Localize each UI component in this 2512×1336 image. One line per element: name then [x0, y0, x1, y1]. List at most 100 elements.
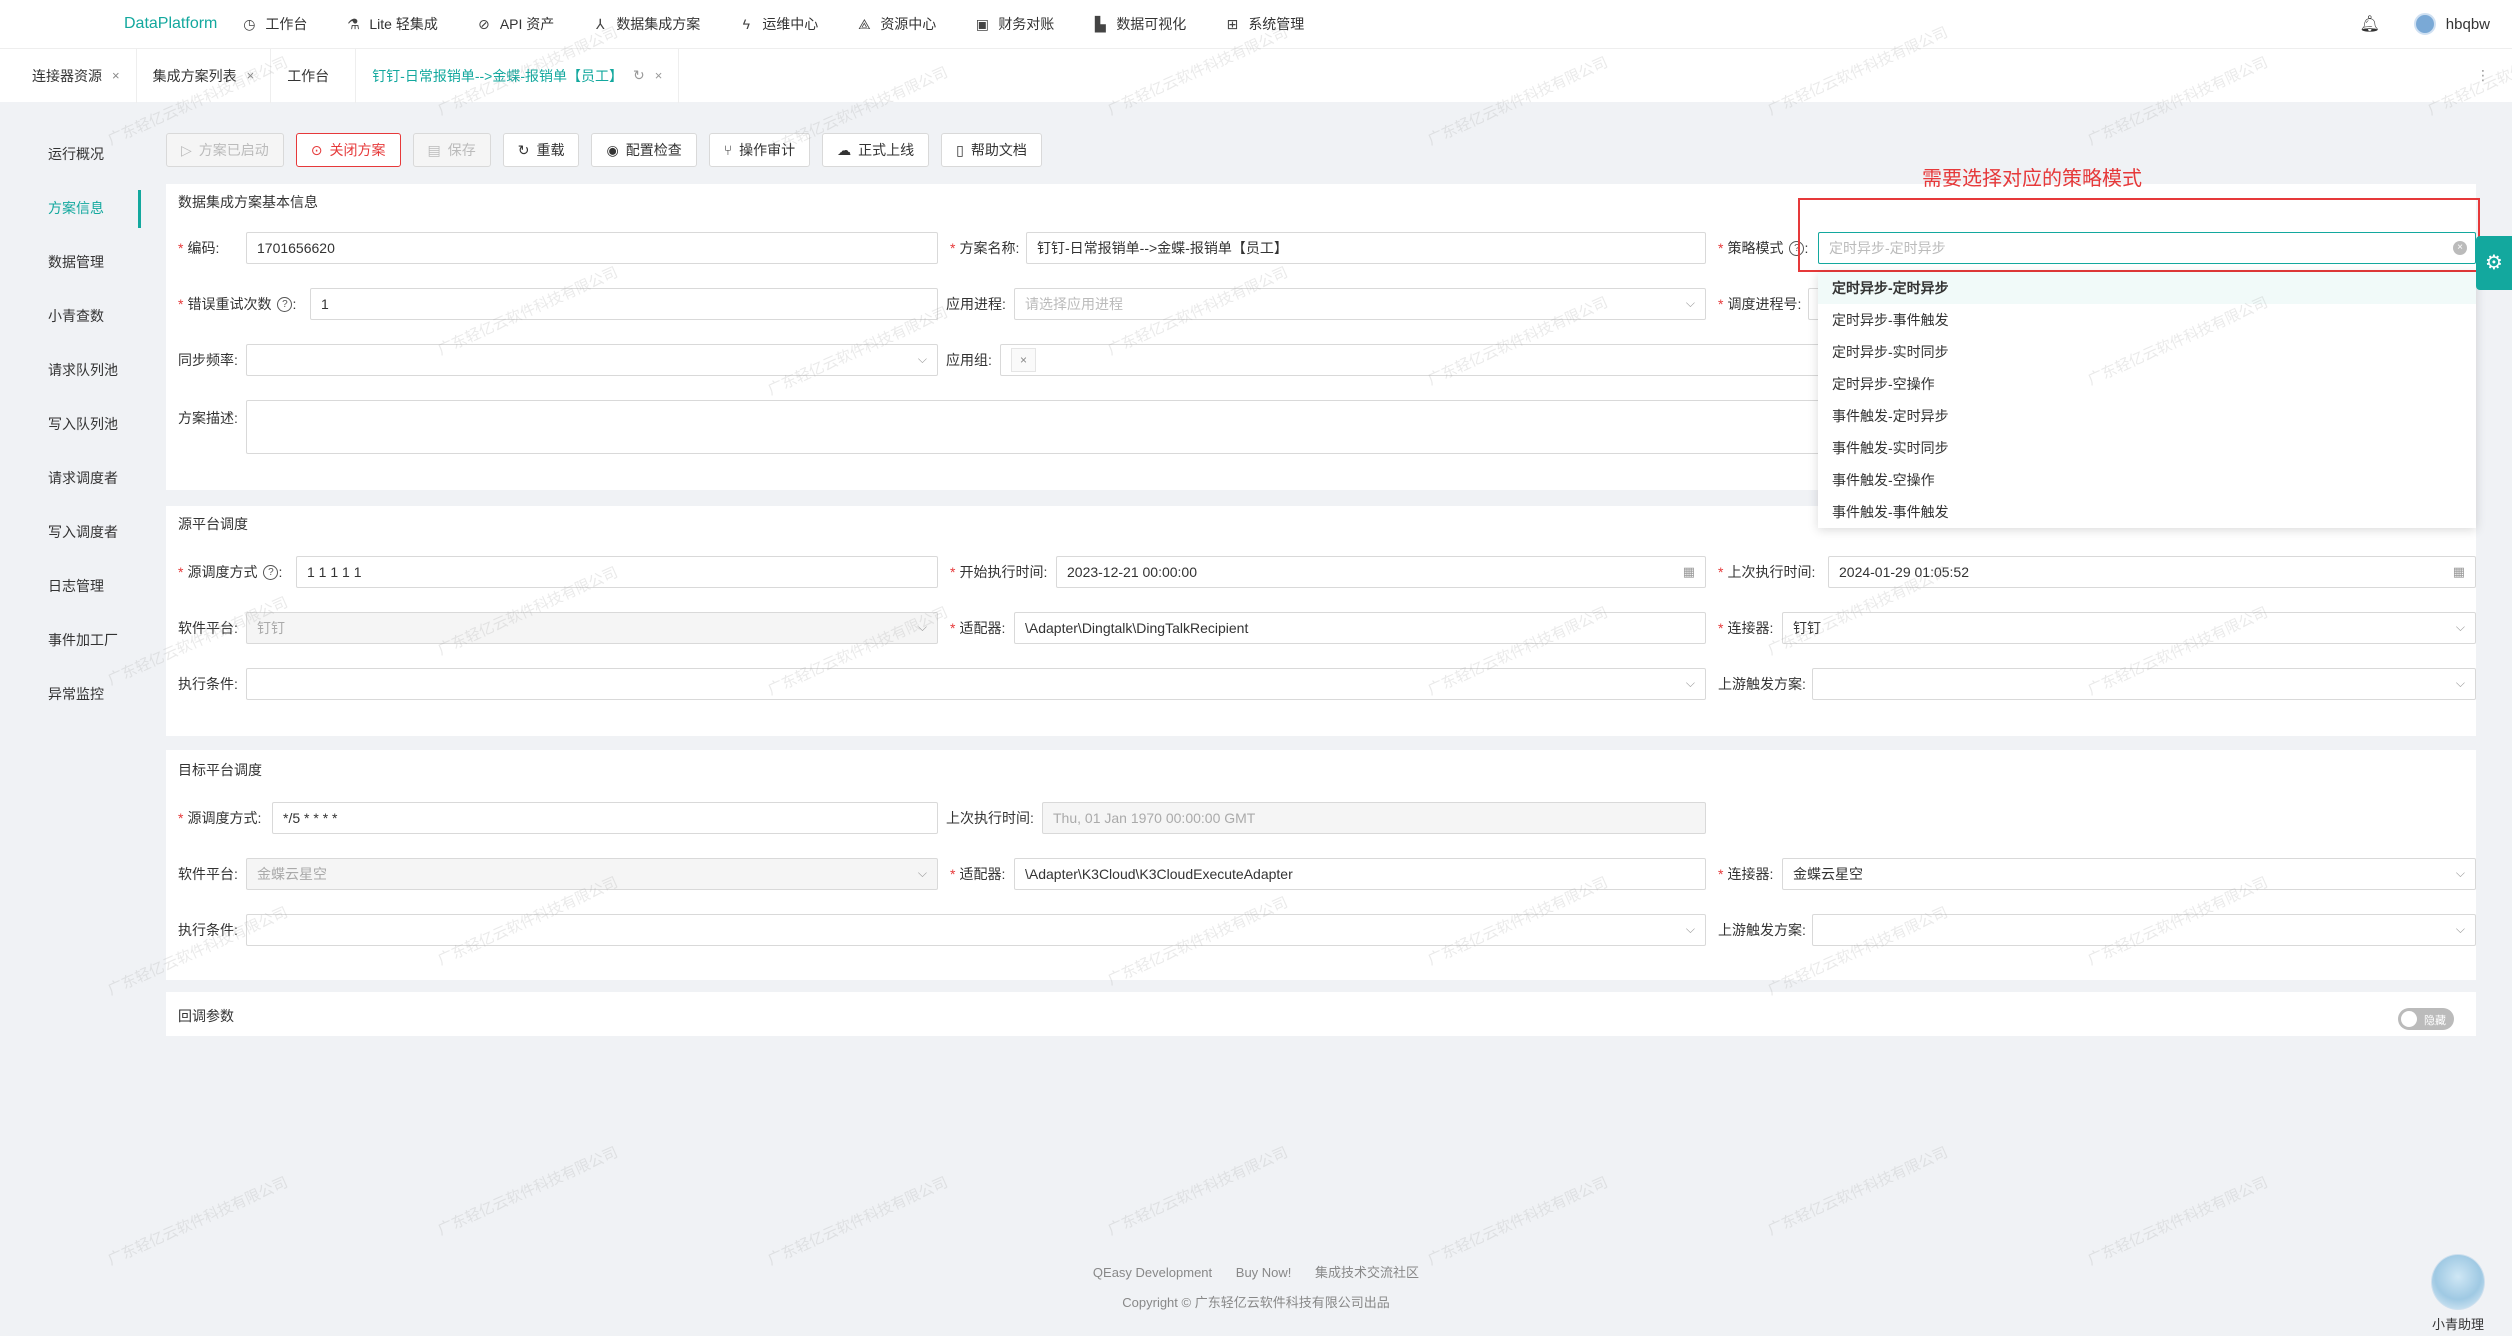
dashboard-icon: ◷ [243, 15, 256, 32]
sync-freq-select[interactable]: ⌵ [246, 344, 938, 376]
footer-copyright: Copyright © 广东轻亿云软件科技有限公司出品 [1122, 1295, 1390, 1310]
target-condition-select[interactable]: ⌵ [246, 914, 1706, 946]
source-platform-select[interactable]: 钉钉 ⌵ [246, 612, 938, 644]
footer-link[interactable]: QEasy Development [1093, 1265, 1212, 1280]
reload-button[interactable]: ↻ 重载 [502, 133, 580, 167]
side-item-request-queue[interactable]: 请求队列池 [48, 360, 118, 380]
audit-button[interactable]: ⑂ 操作审计 [708, 133, 811, 167]
help-doc-button[interactable]: ▯ 帮助文档 [941, 133, 1042, 167]
side-item-overview[interactable]: 运行概况 [48, 144, 104, 164]
source-last-time-picker[interactable]: 2024-01-29 01:05:52 ▦ [1828, 556, 2476, 588]
strategy-option[interactable]: 事件触发-事件触发 [1818, 496, 2476, 528]
callback-toggle[interactable]: 隐藏 [2398, 1008, 2454, 1030]
config-check-button[interactable]: ◉ 配置检查 [591, 133, 697, 167]
side-item-write-scheduler[interactable]: 写入调度者 [48, 522, 118, 542]
target-sched-input[interactable]: */5 * * * * [272, 802, 938, 834]
save-button[interactable]: ▤ 保存 [412, 133, 491, 167]
footer-link[interactable]: Buy Now! [1236, 1265, 1292, 1280]
footer-link[interactable]: 集成技术交流社区 [1315, 1265, 1419, 1280]
help-icon[interactable]: ? [263, 564, 279, 580]
source-condition-select[interactable]: ⌵ [246, 668, 1706, 700]
refresh-icon[interactable]: ↻ [633, 67, 645, 84]
watermark: 广东轻亿云软件科技有限公司 [1425, 1173, 1611, 1269]
close-icon[interactable]: × [655, 68, 663, 83]
source-connector-label: * 连接器: [1718, 620, 1774, 636]
brand-logo[interactable]: DataPlatform [124, 15, 217, 33]
chevron-down-icon: ⌵ [1685, 922, 1695, 936]
side-item-request-scheduler[interactable]: 请求调度者 [48, 468, 118, 488]
nav-ops[interactable]: ϟ 运维中心 [738, 14, 819, 34]
target-last-time-input[interactable]: Thu, 01 Jan 1970 00:00:00 GMT [1042, 802, 1706, 834]
integration-icon: ⅄ [596, 15, 605, 32]
side-item-solution-info[interactable]: 方案信息 [48, 198, 104, 218]
nav-integration[interactable]: ⅄ 数据集成方案 [592, 14, 700, 34]
reload-icon: ↻ [517, 141, 530, 158]
source-upstream-label: 上游触发方案: [1718, 676, 1806, 692]
app-process-select[interactable]: 请选择应用进程 ⌵ [1014, 288, 1706, 320]
close-solution-button[interactable]: ⊙ 关闭方案 [295, 133, 401, 167]
strategy-option[interactable]: 定时异步-定时异步 [1818, 272, 2476, 304]
strategy-select[interactable]: 定时异步-定时异步 × [1818, 232, 2476, 264]
close-icon[interactable]: × [112, 68, 120, 83]
clear-icon[interactable]: × [2453, 241, 2467, 255]
watermark: 广东轻亿云软件科技有限公司 [765, 1173, 951, 1269]
app-group-tag[interactable]: × [1011, 348, 1037, 372]
nav-visualization[interactable]: ▙ 数据可视化 [1092, 14, 1186, 34]
retry-count-input[interactable]: 1 [310, 288, 938, 320]
nav-finance[interactable]: ▣ 财务对账 [974, 14, 1055, 34]
side-item-logs[interactable]: 日志管理 [48, 576, 104, 596]
document-icon: ▯ [956, 141, 964, 158]
source-upstream-select[interactable]: ⌵ [1812, 668, 2476, 700]
source-sched-input[interactable]: 1 1 1 1 1 [296, 556, 938, 588]
target-adapter-input[interactable]: \Adapter\K3Cloud\K3CloudExecuteAdapter [1014, 858, 1706, 890]
strategy-option[interactable]: 事件触发-定时异步 [1818, 400, 2476, 432]
strategy-option[interactable]: 定时异步-事件触发 [1818, 304, 2476, 336]
tab-workbench[interactable]: 工作台 [271, 48, 357, 103]
bell-icon[interactable]: 🔔︎ [2359, 14, 2379, 34]
solution-name-input[interactable]: 钉钉-日常报销单-->金蝶-报销单【员工】 [1026, 232, 1706, 264]
code-input[interactable]: 1701656620 [246, 232, 938, 264]
finance-icon: ▣ [975, 15, 989, 32]
more-icon[interactable]: ⋮ [2476, 67, 2490, 84]
tab-current-solution[interactable]: 钉钉-日常报销单-->金蝶-报销单【员工】 ↻ × [356, 48, 680, 103]
help-icon[interactable]: ? [1789, 240, 1805, 256]
target-upstream-select[interactable]: ⌵ [1812, 914, 2476, 946]
tab-connector-resource[interactable]: 连接器资源 × [0, 48, 137, 103]
side-item-event-factory[interactable]: 事件加工厂 [48, 630, 118, 650]
strategy-option[interactable]: 事件触发-实时同步 [1818, 432, 2476, 464]
tab-solution-list[interactable]: 集成方案列表 × [137, 48, 272, 103]
nav-workbench[interactable]: ◷ 工作台 [241, 14, 307, 34]
close-icon[interactable]: × [247, 68, 255, 83]
target-connector-select[interactable]: 金蝶云星空 ⌵ [1782, 858, 2476, 890]
nav-system[interactable]: ⊞ 系统管理 [1224, 14, 1304, 34]
nav-resource[interactable]: ⟁ 资源中心 [856, 14, 936, 34]
solution-started-button[interactable]: ▷ 方案已启动 [166, 133, 284, 167]
side-item-data-query[interactable]: 小青查数 [48, 306, 104, 326]
source-adapter-input[interactable]: \Adapter\Dingtalk\DingTalkRecipient [1014, 612, 1706, 644]
strategy-option[interactable]: 事件触发-空操作 [1818, 464, 2476, 496]
callback-panel: 回调参数 隐藏 [166, 992, 2476, 1036]
source-connector-select[interactable]: 钉钉 ⌵ [1782, 612, 2476, 644]
strategy-label: * 策略模式?: [1718, 240, 1809, 256]
nav-api[interactable]: ⊘ API 资产 [476, 14, 554, 34]
side-item-exception-monitor[interactable]: 异常监控 [48, 684, 104, 704]
chevron-down-icon: ⌵ [1685, 676, 1695, 690]
strategy-option[interactable]: 定时异步-实时同步 [1818, 336, 2476, 368]
nav-lite[interactable]: ⚗ Lite 轻集成 [345, 14, 438, 34]
strategy-option[interactable]: 定时异步-空操作 [1818, 368, 2476, 400]
side-menu: 运行概况 方案信息 数据管理 小青查数 请求队列池 写入队列池 请求调度者 写入… [0, 102, 150, 1252]
eye-icon: ◉ [606, 141, 619, 158]
help-icon[interactable]: ? [277, 296, 293, 312]
side-item-write-queue[interactable]: 写入队列池 [48, 414, 118, 434]
lite-icon: ⚗ [347, 15, 360, 32]
chevron-down-icon: ⌵ [2455, 922, 2465, 936]
target-platform-select[interactable]: 金蝶云星空 ⌵ [246, 858, 938, 890]
assistant-widget[interactable]: 小青助理 [2418, 1254, 2498, 1333]
side-item-data-management[interactable]: 数据管理 [48, 252, 104, 272]
basic-info-title: 数据集成方案基本信息 [178, 194, 318, 210]
user-menu[interactable]: hbqbw [2413, 13, 2490, 35]
watermark: 广东轻亿云软件科技有限公司 [1105, 1143, 1291, 1239]
start-time-picker[interactable]: 2023-12-21 00:00:00 ▦ [1056, 556, 1706, 588]
publish-button[interactable]: ☁ 正式上线 [822, 133, 930, 167]
gear-icon[interactable]: ⚙ [2476, 236, 2512, 290]
